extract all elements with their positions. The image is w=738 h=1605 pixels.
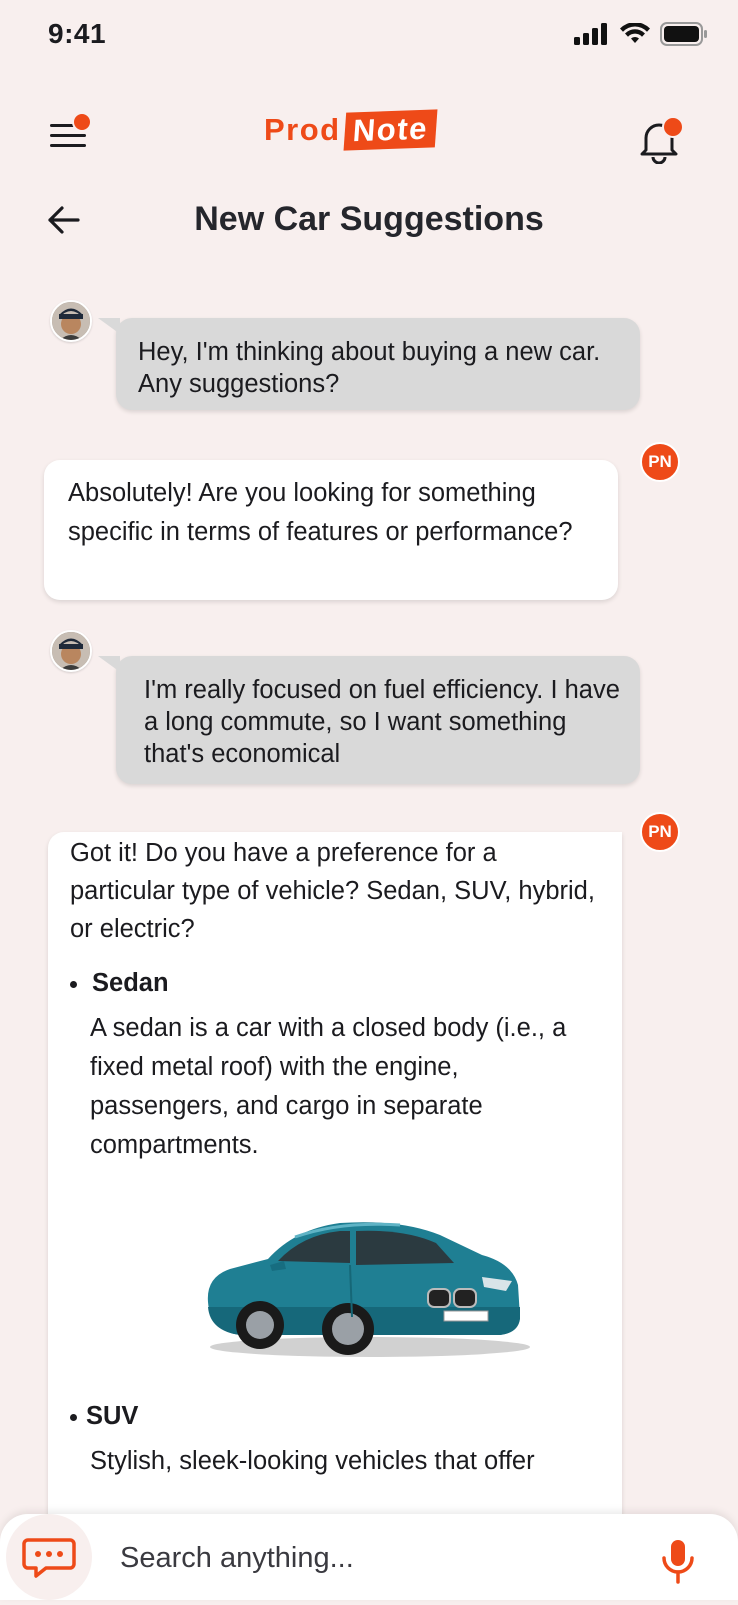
- option-description-sedan: A sedan is a car with a closed body (i.e…: [90, 1014, 567, 1159]
- user-avatar: [50, 300, 92, 342]
- status-icons: [574, 22, 708, 46]
- menu-icon-bar: [50, 144, 86, 147]
- option-title-suv: SUV: [70, 1397, 600, 1436]
- cellular-signal-icon: [574, 23, 607, 45]
- option-title-sedan: Sedan: [70, 964, 600, 1003]
- option-description-suv: Stylish, sleek-looking vehicles that off…: [90, 1447, 535, 1475]
- prodnote-logo: Prod Note: [264, 109, 437, 151]
- assistant-avatar-badge: PN: [640, 442, 680, 482]
- user-message-bubble: I'm really focused on fuel efficiency. I…: [98, 656, 640, 784]
- message-text: Absolutely! Are you looking for somethin…: [68, 479, 573, 546]
- logo-prod-text: Prod: [264, 112, 341, 147]
- page-title: New Car Suggestions: [194, 200, 544, 238]
- chat-bubble-icon: [22, 1538, 76, 1578]
- logo-note-text: Note: [343, 109, 437, 151]
- menu-icon-bar: [50, 134, 86, 137]
- message-text: Got it! Do you have a preference for a p…: [70, 839, 595, 943]
- battery-icon: [660, 22, 707, 46]
- assistant-message-bubble: Absolutely! Are you looking for somethin…: [44, 460, 618, 600]
- bell-notification-dot: [662, 116, 684, 138]
- microphone-icon: [662, 1540, 694, 1584]
- message-text: Hey, I'm thinking about buying a new car…: [138, 338, 601, 398]
- teal-sedan-car-image: [200, 1207, 530, 1367]
- message-text: I'm really focused on fuel efficiency. I…: [144, 676, 620, 768]
- assistant-avatar-badge: PN: [640, 812, 680, 852]
- menu-button[interactable]: [48, 112, 92, 156]
- status-time: 9:41: [48, 18, 107, 49]
- notifications-button[interactable]: [634, 116, 684, 165]
- user-message-bubble: Hey, I'm thinking about buying a new car…: [98, 318, 640, 410]
- bubble-tail: [98, 318, 120, 334]
- search-input[interactable]: [118, 1534, 622, 1582]
- menu-notification-dot: [72, 112, 92, 132]
- assistant-message-bubble: Got it! Do you have a preference for a p…: [48, 832, 622, 1592]
- bubble-tail: [98, 656, 120, 672]
- chat-button[interactable]: [6, 1514, 92, 1600]
- microphone-button[interactable]: [656, 1536, 700, 1586]
- back-arrow-icon: [48, 206, 80, 234]
- user-avatar: [50, 630, 92, 672]
- wifi-icon: [620, 23, 650, 43]
- back-button[interactable]: [44, 200, 84, 240]
